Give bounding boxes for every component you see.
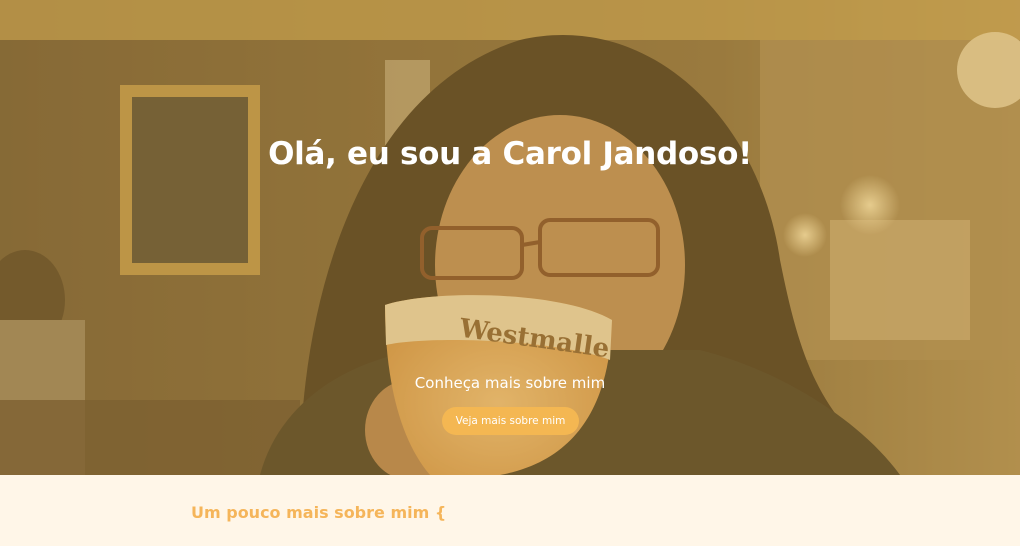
hero-section: Westmalle Olá, eu sou a Carol Jandoso! C… bbox=[0, 0, 1020, 475]
hero-title: Olá, eu sou a Carol Jandoso! bbox=[268, 136, 752, 172]
hero-subtitle: Conheça mais sobre mim bbox=[414, 374, 606, 392]
see-more-button[interactable]: Veja mais sobre mim bbox=[442, 407, 579, 435]
hero-color-overlay bbox=[0, 0, 1020, 475]
about-section-title: Um pouco mais sobre mim { bbox=[191, 503, 447, 522]
about-section: Um pouco mais sobre mim { bbox=[0, 475, 1020, 546]
